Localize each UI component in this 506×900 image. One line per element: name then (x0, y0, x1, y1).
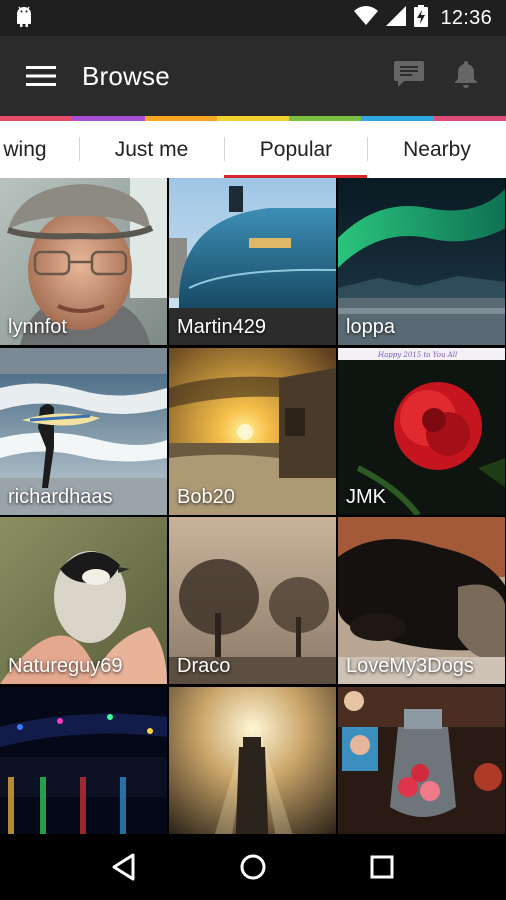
wifi-icon (354, 5, 379, 31)
recents-button[interactable] (352, 837, 412, 897)
photo-tile[interactable] (338, 687, 505, 834)
notifications-icon (455, 60, 477, 88)
page-title: Browse (82, 60, 170, 91)
tab-following[interactable]: wing (0, 121, 60, 178)
photo-tile[interactable] (169, 687, 336, 834)
system-nav-bar (0, 834, 506, 900)
photo-temple-sunrays (169, 687, 336, 834)
tab-just-me[interactable]: Just me (80, 121, 223, 178)
svg-text:Happy 2015 to You All: Happy 2015 to You All (377, 351, 457, 359)
tab-bar: wing Just me Popular Nearby (0, 121, 506, 178)
app-bar: Browse (0, 36, 506, 116)
menu-button[interactable] (0, 36, 82, 116)
android-icon (14, 5, 34, 32)
messages-icon (394, 60, 424, 87)
photo-tile[interactable] (0, 687, 167, 834)
notifications-button[interactable] (454, 59, 478, 94)
back-button[interactable] (94, 837, 154, 897)
back-icon (112, 853, 135, 881)
status-bar: 12:36 (0, 0, 506, 36)
photo-username: Draco (177, 655, 231, 677)
photo-username: Bob20 (177, 486, 235, 508)
home-button[interactable] (223, 837, 283, 897)
home-icon (240, 854, 266, 880)
photo-username: LoveMy3Dogs (346, 655, 474, 677)
photo-tile-draco[interactable]: Draco (169, 517, 336, 684)
messages-button[interactable] (394, 60, 424, 93)
hamburger-menu-icon (26, 66, 56, 86)
photo-tile-lynnfot[interactable]: lynnfot (0, 178, 167, 345)
photo-candy-jar (338, 687, 505, 834)
tab-nearby[interactable]: Nearby (368, 121, 506, 178)
photo-username: lynnfot (8, 316, 67, 338)
photo-tile-bob20[interactable]: Bob20 (169, 348, 336, 515)
photo-tile-jmk[interactable]: Happy 2015 to You All JMK (338, 348, 505, 515)
photo-tile-martin429[interactable]: Martin429 (169, 178, 336, 345)
battery-charging-icon (414, 4, 429, 32)
status-time: 12:36 (440, 6, 492, 29)
signal-icon (386, 5, 407, 31)
photo-username: loppa (346, 316, 395, 338)
photo-username: richardhaas (8, 486, 113, 508)
photo-username: Martin429 (177, 316, 266, 338)
photo-username: JMK (346, 486, 386, 508)
photo-grid: lynnfot Martin429 loppa richardhaas Bob2… (0, 178, 506, 834)
photo-tile-natureguy69[interactable]: Natureguy69 (0, 517, 167, 684)
recents-icon (370, 855, 394, 879)
tab-popular[interactable]: Popular (225, 121, 367, 178)
photo-tile-loppa[interactable]: loppa (338, 178, 505, 345)
photo-username: Natureguy69 (8, 655, 123, 677)
photo-tile-richardhaas[interactable]: richardhaas (0, 348, 167, 515)
photo-tile-lovemy3dogs[interactable]: LoveMy3Dogs (338, 517, 505, 684)
photo-night-lights (0, 687, 167, 834)
